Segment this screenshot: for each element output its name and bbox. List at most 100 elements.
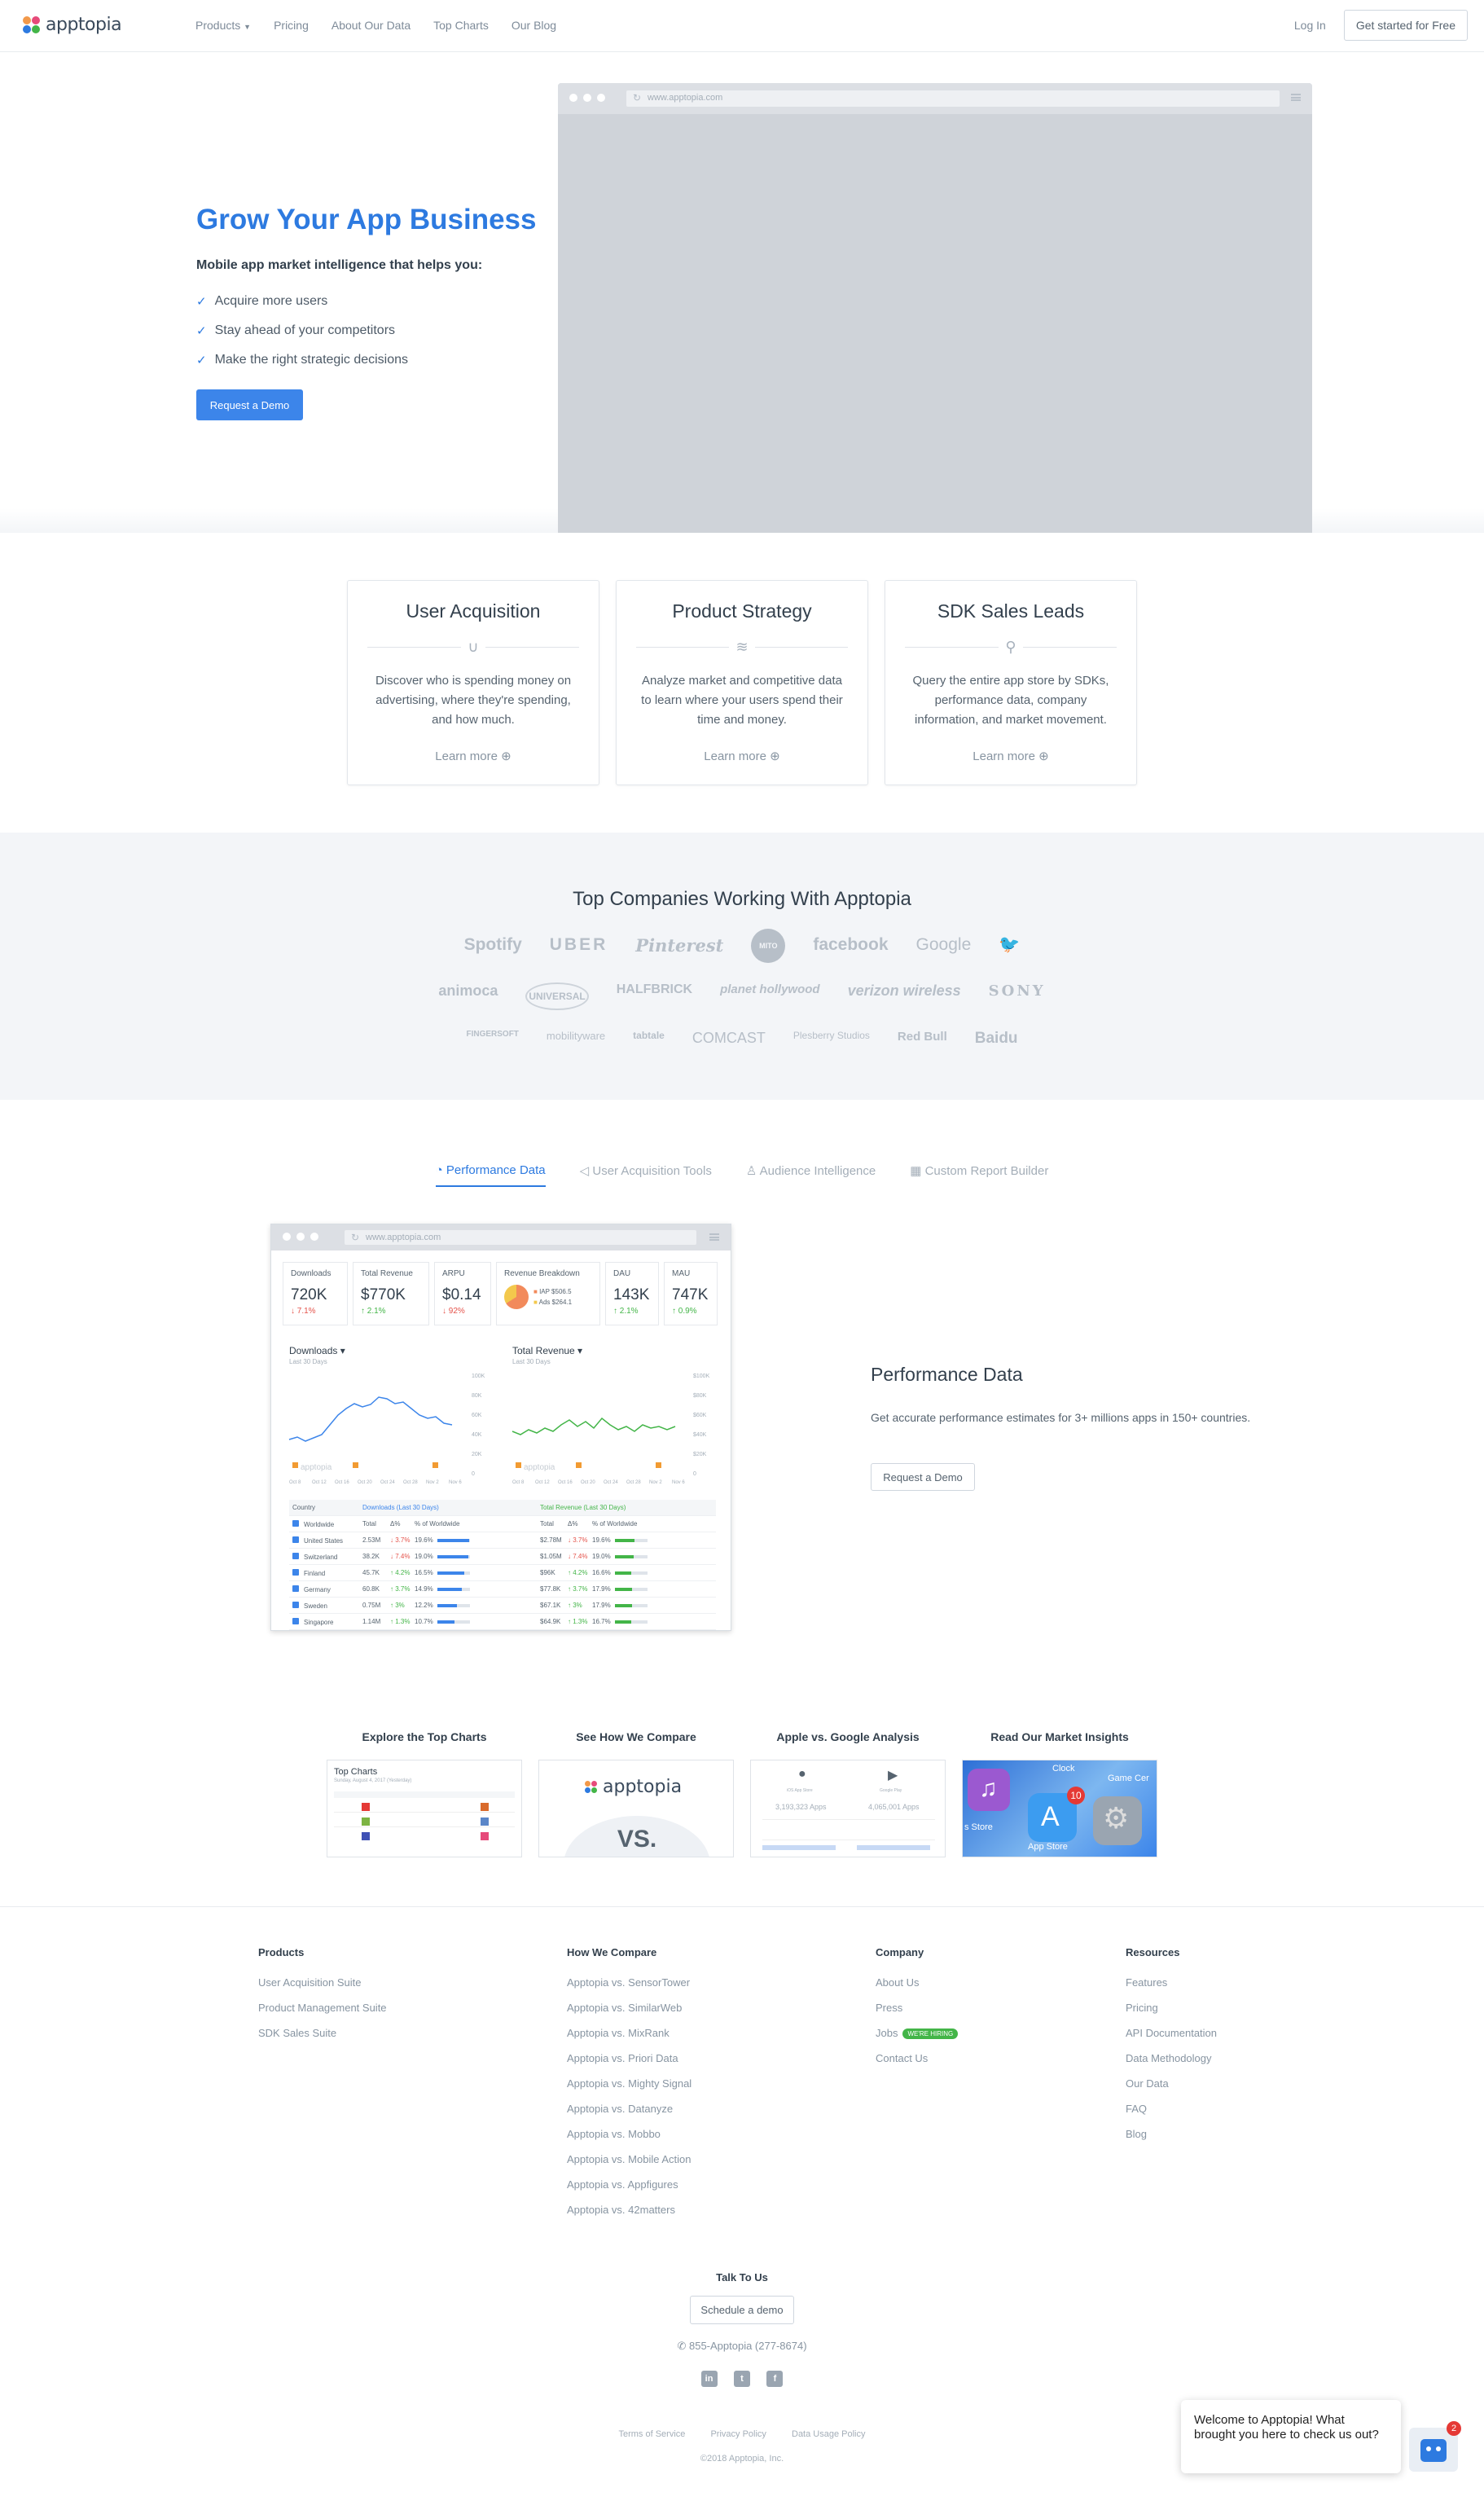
footer-link[interactable]: Contact Us xyxy=(876,2052,958,2077)
get-started-button[interactable]: Get started for Free xyxy=(1343,10,1468,41)
footer-link[interactable]: Apptopia vs. Mighty Signal xyxy=(567,2077,692,2103)
footer-col-company: Company About Us Press Jobs WE'RE HIRING … xyxy=(876,1946,959,2077)
footer-link[interactable]: FAQ xyxy=(1126,2103,1217,2128)
svg-text:Oct 24: Oct 24 xyxy=(604,1480,618,1485)
phone-number[interactable]: 855-Apptopia (277-8674) xyxy=(689,2340,807,2352)
footer-link[interactable]: Jobs xyxy=(876,2027,898,2039)
card-text: Analyze market and competitive data to l… xyxy=(641,674,843,727)
checkbox[interactable] xyxy=(292,1552,299,1559)
share-bar-fill xyxy=(437,1571,464,1575)
tab-audience-intelligence[interactable]: ♙ Audience Intelligence xyxy=(746,1163,876,1187)
learn-more-link[interactable]: Learn more ⊕ xyxy=(885,749,1136,763)
browser-url: www.apptopia.com xyxy=(626,90,1280,107)
uber-logo: UBER xyxy=(549,935,608,954)
svg-text:Oct 12: Oct 12 xyxy=(535,1480,550,1485)
performance-demo-button[interactable]: Request a Demo xyxy=(871,1463,975,1491)
tab-custom-report-builder[interactable]: ▦ Custom Report Builder xyxy=(910,1163,1048,1187)
share-bar xyxy=(437,1603,470,1607)
thumb-compare[interactable]: apptopia VS. xyxy=(538,1760,734,1857)
chat-bubble[interactable]: Welcome to Apptopia! What brought you he… xyxy=(1181,2400,1401,2473)
footer-link[interactable]: Press xyxy=(876,2002,958,2027)
checkbox[interactable] xyxy=(292,1585,299,1592)
footer-link[interactable]: SDK Sales Suite xyxy=(258,2027,387,2052)
table-row: Switzerland 38.2K ↓ 7.4% 19.0% $1.05M ↓ 7.4% 1… xyxy=(289,1549,716,1565)
learn-more-link[interactable]: Learn more ⊕ xyxy=(617,749,867,763)
checkbox[interactable] xyxy=(292,1519,299,1527)
footer-link[interactable]: Apptopia vs. MixRank xyxy=(567,2027,692,2052)
share-bar-fill xyxy=(437,1587,462,1591)
chart-title-total-revenue[interactable]: Total Revenue ▾ xyxy=(512,1345,582,1356)
data-usage-link[interactable]: Data Usage Policy xyxy=(792,2429,866,2439)
nav-products[interactable]: Products ▼ xyxy=(195,19,251,32)
y-tick: $40K xyxy=(693,1432,707,1438)
learn-more-link[interactable]: Learn more ⊕ xyxy=(348,749,599,763)
report-icon: ▦ xyxy=(910,1164,922,1178)
terms-link[interactable]: Terms of Service xyxy=(618,2429,685,2439)
dashboard-mockup: www.apptopia.com Downloads720K↓ 7.1% Tot… xyxy=(270,1224,731,1631)
footer-link[interactable]: Product Management Suite xyxy=(258,2002,387,2027)
footer-link[interactable]: Apptopia vs. SensorTower xyxy=(567,1976,692,2002)
login-link[interactable]: Log In xyxy=(1294,19,1326,32)
chart-subtitle: Last 30 Days xyxy=(512,1358,551,1365)
chart-watermark: apptopia xyxy=(524,1463,555,1472)
thumb-top-charts[interactable]: Top Charts Sunday, August 4, 2017 (Yeste… xyxy=(327,1760,522,1857)
svg-text:Nov 2: Nov 2 xyxy=(649,1480,662,1485)
nav-pricing[interactable]: Pricing xyxy=(274,19,309,32)
facebook-icon[interactable]: f xyxy=(766,2371,784,2387)
checkbox[interactable] xyxy=(292,1601,299,1608)
footer-link[interactable]: Apptopia vs. Datanyze xyxy=(567,2103,692,2128)
card-user-acquisition: User Acquisition ∪ Discover who is spend… xyxy=(347,580,599,785)
nav-top-charts[interactable]: Top Charts xyxy=(433,19,489,32)
checkbox[interactable] xyxy=(292,1536,299,1543)
footer-link[interactable]: Apptopia vs. Mobile Action xyxy=(567,2153,692,2178)
footer-link[interactable]: User Acquisition Suite xyxy=(258,1976,387,2002)
play-icon: ▶ xyxy=(888,1769,898,1782)
spotify-logo: Spotify xyxy=(463,935,522,954)
checkbox[interactable] xyxy=(292,1568,299,1576)
apptopia-logo[interactable]: apptopia xyxy=(23,15,122,35)
nav-about-our-data[interactable]: About Our Data xyxy=(331,19,411,32)
tab-user-acquisition-tools[interactable]: ◁ User Acquisition Tools xyxy=(580,1163,712,1187)
logos-row-3: FINGERSOFT mobilityware tabtale COMCAST … xyxy=(0,1030,1484,1048)
y-tick: 40K xyxy=(472,1432,482,1438)
footer-link[interactable]: Apptopia vs. Mobbo xyxy=(567,2128,692,2153)
performance-text: Get accurate performance estimates for 3… xyxy=(871,1411,1251,1424)
footer-link[interactable]: Apptopia vs. 42matters xyxy=(567,2204,692,2229)
footer-link[interactable]: Our Data xyxy=(1126,2077,1217,2103)
footer-link[interactable]: API Documentation xyxy=(1126,2027,1217,2052)
thumb-title: See How We Compare xyxy=(576,1730,696,1743)
chart-title-downloads[interactable]: Downloads ▾ xyxy=(289,1345,345,1356)
settings-icon: ⚙ xyxy=(1093,1796,1142,1845)
footer-link[interactable]: About Us xyxy=(876,1976,958,2002)
footer-link[interactable]: Apptopia vs. SimilarWeb xyxy=(567,2002,692,2027)
thumb-apple-vs-google[interactable]: ● ▶ iOS App Store Google Play 3,193,323 … xyxy=(750,1760,946,1857)
fingersoft-logo: FINGERSOFT xyxy=(466,1030,519,1039)
share-bar-fill xyxy=(615,1587,633,1591)
thumb-market-insights[interactable]: ♫ A 10 ⚙ Clock Game Cer s Store App Stor… xyxy=(962,1760,1157,1857)
layers-icon: ≋ xyxy=(729,639,755,655)
window-dots xyxy=(283,1233,318,1241)
footer-link[interactable]: Data Methodology xyxy=(1126,2052,1217,2077)
menu-icon xyxy=(709,1233,719,1241)
chat-bot-button[interactable]: 2 xyxy=(1409,2421,1461,2472)
notification-badge: 2 xyxy=(1447,2421,1461,2436)
universal-logo: UNIVERSAL xyxy=(525,982,589,1010)
kpi-arpu: ARPU $0.14 ↓ 92% xyxy=(434,1262,491,1325)
linkedin-icon[interactable]: in xyxy=(700,2371,718,2387)
footer-link[interactable]: Apptopia vs. Appfigures xyxy=(567,2178,692,2204)
schedule-demo-button[interactable]: Schedule a demo xyxy=(690,2296,794,2324)
share-bar xyxy=(437,1571,470,1575)
request-demo-button[interactable]: Request a Demo xyxy=(196,389,303,420)
privacy-link[interactable]: Privacy Policy xyxy=(710,2429,766,2439)
footer-link[interactable]: Apptopia vs. Priori Data xyxy=(567,2052,692,2077)
twitter-icon[interactable]: t xyxy=(734,2371,750,2387)
tab-performance-data[interactable]: ◔ Performance Data xyxy=(435,1163,546,1187)
table-row: United States 2.53M ↓ 3.7% 19.6% $2.78M ↓ 3.7… xyxy=(289,1532,716,1549)
main-nav: Products ▼ Pricing About Our Data Top Ch… xyxy=(195,19,556,32)
footer-link[interactable]: Features xyxy=(1126,1976,1217,2002)
footer-link[interactable]: Pricing xyxy=(1126,2002,1217,2027)
checkbox[interactable] xyxy=(292,1617,299,1624)
card-text: Discover who is spending money on advert… xyxy=(375,674,572,727)
footer-link[interactable]: Blog xyxy=(1126,2128,1217,2153)
nav-our-blog[interactable]: Our Blog xyxy=(511,19,556,32)
